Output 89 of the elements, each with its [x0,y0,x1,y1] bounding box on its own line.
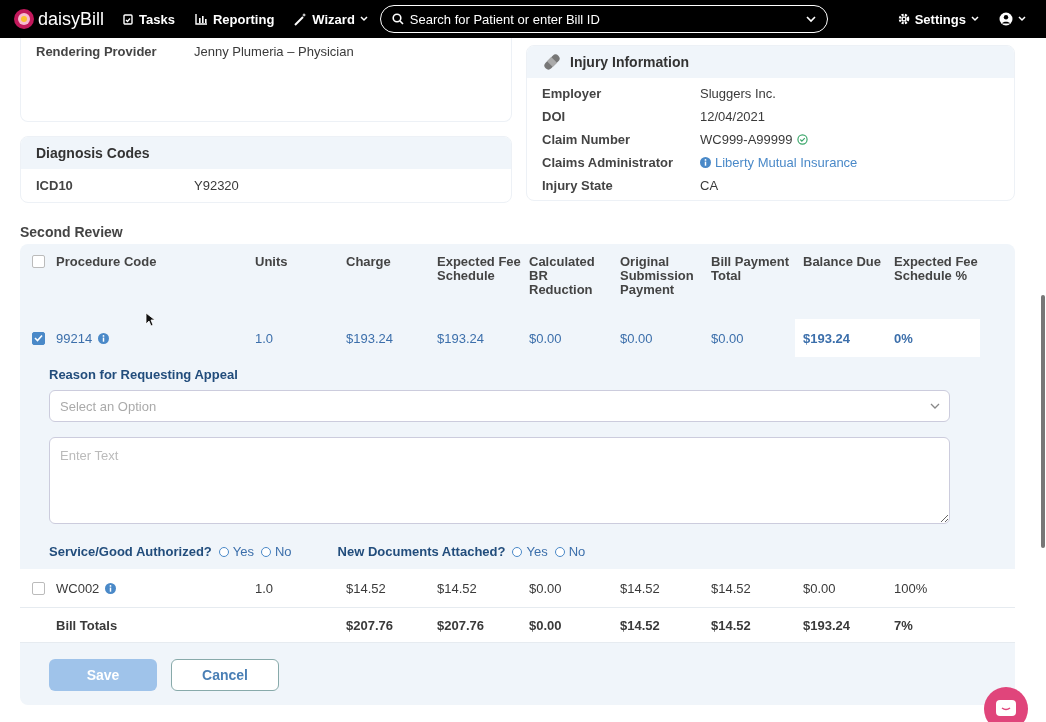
column-header: Units [255,255,289,269]
info-icon [700,157,711,168]
check-circle-icon [796,134,808,145]
mouse-cursor-icon [145,312,155,327]
row-checkbox[interactable] [32,581,45,595]
flower-logo-icon [14,9,34,29]
table-cell: $193.24 [795,319,894,357]
table-cell-text: $14.52 [437,580,478,596]
select-all-checkbox[interactable] [32,255,45,268]
table-cell-text: $193.24 [346,330,394,346]
table-cell-text: 1.0 [255,580,275,596]
column-header: Procedure Code [56,255,158,269]
column-header: Charge [346,255,392,269]
radio-option[interactable]: Yes [218,544,254,559]
field-value: CA [700,178,719,193]
clipboard-icon [122,13,135,25]
table-cell-text: $193.24 [437,330,485,346]
total-cell-text: 7% [894,617,914,633]
nav-link[interactable]: Tasks [122,11,175,27]
table-cell-text: $0.00 [529,330,563,346]
total-cell-text: $14.52 [711,617,752,633]
question-label: Service/Good Authorized? [49,544,212,559]
info-icon [98,332,110,344]
table-cell-text: $0.00 [711,330,745,346]
chat-launcher-button[interactable] [984,687,1028,722]
procedure-code: WC002 [56,580,100,596]
search-field[interactable]: Search for Patient or enter Bill ID [379,5,828,33]
total-cell-text: $207.76 [437,617,485,633]
table-cell: 0% [894,319,980,357]
chat-bubble-icon [995,699,1017,717]
card-title: Diagnosis Codes [36,145,150,161]
bar-chart-icon [194,13,208,25]
table-cell-text: $14.52 [346,580,387,596]
radio-option[interactable]: No [261,544,292,559]
card-title: Injury Information [570,54,689,70]
caret-icon [971,16,979,22]
field-label: Claims Administrator [542,155,674,170]
total-cell-text: $207.76 [346,617,394,633]
radio-option[interactable]: Yes [512,544,548,559]
table-cell-text: $0.00 [803,580,837,596]
column-header: Expected Fee Schedule % [894,255,979,283]
column-header: Bill Payment Total [711,255,791,283]
nav-link[interactable]: Reporting [194,11,275,27]
field-label: ICD10 [36,178,74,193]
table-cell-text: $0.00 [620,330,654,346]
table-cell-text: $0.00 [529,580,563,596]
info-icon [105,582,117,594]
total-cell-text: $14.52 [620,617,661,633]
total-cell-text: $193.24 [803,617,851,633]
table-cell-text: 1.0 [255,330,275,346]
chevron-down-icon [805,16,816,23]
field-label: Claim Number [542,132,632,147]
nav-link[interactable]: Wizard [294,11,368,27]
cancel-button[interactable]: Cancel [171,659,279,691]
user-menu[interactable] [999,12,1026,26]
search-icon [391,13,404,25]
field-label: Rendering Provider [36,44,158,59]
procedure-code: 99214 [56,330,93,346]
field-label: DOI [542,109,567,124]
row-checkbox[interactable] [32,331,45,345]
column-header: Original Submission Payment [620,255,695,297]
field-value: Sluggers Inc. [700,86,776,101]
brand-name[interactable]: daisyBill [38,8,105,30]
appeal-text-area[interactable]: Enter Text [49,437,950,524]
field-label: Reason for Requesting Appeal [49,367,239,382]
magic-wand-icon [294,12,308,26]
table-cell-text: $14.52 [711,580,752,596]
field-value: Jenny Plumeria – Physician [194,44,354,59]
settings-icon [897,13,910,25]
table-cell-text: 100% [894,580,929,596]
column-header: Expected Fee Schedule [437,255,522,283]
field-label: Injury State [542,178,614,193]
administrator-link[interactable]: Liberty Mutual Insurance [715,155,858,170]
chevron-down-icon [930,402,940,410]
field-value: Y92320 [194,178,239,193]
field-value: 12/04/2021 [700,109,766,124]
column-header: Balance Due [803,255,883,269]
caret-icon [1018,16,1026,22]
section-title: Second Review [20,224,124,240]
question-label: New Documents Attached? [337,544,506,559]
column-header: Calculated BR Reduction [529,255,596,297]
settings-menu[interactable]: Settings [897,11,979,27]
table-cell-text: $14.52 [620,580,661,596]
radio-option[interactable]: No [554,544,586,559]
total-cell-text: $0.00 [529,617,563,633]
totals-label: Bill Totals [56,617,119,633]
user-avatar-icon [999,12,1013,26]
field-label: Employer [542,86,603,101]
field-value: WC999-A99999 [700,132,793,147]
